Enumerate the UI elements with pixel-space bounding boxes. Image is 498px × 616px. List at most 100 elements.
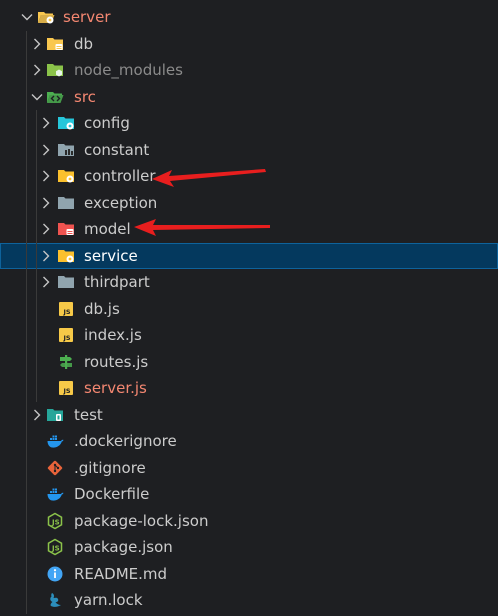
indent-guide	[26, 163, 27, 190]
chevron-right-icon[interactable]	[30, 408, 44, 422]
indent-guide	[36, 348, 37, 375]
file-item-package-json[interactable]: JS package.json	[0, 534, 498, 561]
chevron-right-icon[interactable]	[39, 196, 53, 210]
chevron-down-icon[interactable]	[30, 90, 44, 104]
config-folder-icon	[57, 114, 75, 132]
file-item-index-js[interactable]: JS index.js	[0, 322, 498, 349]
folder-item-db[interactable]: db	[0, 30, 498, 57]
indent-guide	[26, 242, 27, 269]
item-label: model	[84, 220, 131, 238]
item-label: README.md	[74, 564, 168, 583]
git-icon	[46, 459, 64, 477]
yarn-icon	[46, 591, 64, 609]
indent-guide	[26, 454, 27, 481]
controller-folder-icon	[57, 167, 75, 185]
indent-guide	[26, 295, 27, 322]
indent-guide	[36, 269, 37, 296]
indent-guide	[26, 30, 27, 57]
item-label: Dockerfile	[74, 485, 150, 503]
file-item-db-js[interactable]: JS db.js	[0, 295, 498, 322]
svg-text:JS: JS	[63, 387, 71, 395]
item-label: package-lock.json	[74, 511, 209, 530]
chevron-right-icon[interactable]	[39, 116, 53, 130]
file-explorer-tree: server db node_modulessrc config constant con…	[0, 4, 498, 614]
chevron-right-icon[interactable]	[30, 37, 44, 51]
chevron-right-icon[interactable]	[39, 249, 53, 263]
folder-item-service[interactable]: service	[0, 242, 498, 269]
folder-item-node-modules[interactable]: node_modules	[0, 57, 498, 84]
javascript-file-icon: JS	[57, 300, 75, 318]
item-label: constant	[84, 140, 150, 159]
indent-guide	[26, 587, 27, 614]
item-label: index.js	[84, 326, 142, 344]
indent-guide	[36, 189, 37, 216]
svg-text:JS: JS	[51, 545, 60, 553]
folder-item-test[interactable]: test	[0, 401, 498, 428]
file-item-yarn-lock[interactable]: yarn.lock	[0, 587, 498, 614]
file-item-dockerignore[interactable]: .dockerignore	[0, 428, 498, 455]
indent-guide	[26, 428, 27, 455]
indent-guide	[26, 189, 27, 216]
test-folder-icon	[46, 406, 64, 424]
folder-item-exception[interactable]: exception	[0, 189, 498, 216]
item-label: routes.js	[84, 352, 149, 371]
indent-guide	[36, 163, 37, 190]
item-label: service	[84, 246, 138, 265]
info-icon	[46, 565, 64, 583]
indent-guide	[36, 375, 37, 402]
db-folder-icon	[46, 35, 64, 53]
indent-guide	[26, 269, 27, 296]
indent-guide	[26, 401, 27, 428]
file-item-package-lock-json[interactable]: JS package-lock.json	[0, 507, 498, 534]
item-label: thirdpart	[84, 273, 150, 291]
chevron-right-icon[interactable]	[30, 63, 44, 77]
item-label: server	[63, 8, 111, 26]
chevron-right-icon[interactable]	[39, 275, 53, 289]
item-label: config	[84, 114, 130, 132]
chevron-right-icon[interactable]	[39, 222, 53, 236]
folder-item-server[interactable]: server	[0, 4, 498, 31]
indent-guide	[26, 136, 27, 163]
nodejs-icon: JS	[46, 538, 64, 556]
item-label: .dockerignore	[74, 432, 177, 450]
routes-file-icon	[57, 353, 75, 371]
item-label: controller	[84, 167, 156, 185]
file-item-routes-js[interactable]: routes.js	[0, 348, 498, 375]
file-item-readme-md[interactable]: README.md	[0, 560, 498, 587]
chevron-down-icon[interactable]	[20, 10, 34, 24]
folder-item-constant[interactable]: constant	[0, 136, 498, 163]
node-modules-folder-icon	[46, 61, 64, 79]
javascript-file-icon: JS	[57, 379, 75, 397]
chevron-right-icon[interactable]	[39, 169, 53, 183]
nodejs-icon: JS	[46, 512, 64, 530]
indent-guide	[26, 57, 27, 84]
file-item-dockerfile[interactable]: Dockerfile	[0, 481, 498, 508]
indent-guide	[36, 322, 37, 349]
folder-item-config[interactable]: config	[0, 110, 498, 137]
indent-guide	[36, 136, 37, 163]
indent-guide	[26, 216, 27, 243]
chevron-right-icon[interactable]	[39, 143, 53, 157]
svg-text:JS: JS	[63, 334, 71, 342]
item-label: test	[74, 405, 103, 424]
item-label: src	[74, 87, 96, 106]
folder-item-thirdpart[interactable]: thirdpart	[0, 269, 498, 296]
indent-guide	[36, 110, 37, 137]
indent-guide	[36, 242, 37, 269]
service-folder-icon	[57, 247, 75, 265]
indent-guide	[26, 322, 27, 349]
indent-guide	[26, 481, 27, 508]
file-item-gitignore[interactable]: .gitignore	[0, 454, 498, 481]
indent-guide	[26, 534, 27, 561]
indent-guide	[26, 348, 27, 375]
constant-folder-icon	[57, 141, 75, 159]
item-label: exception	[84, 193, 158, 212]
svg-text:JS: JS	[63, 308, 71, 316]
file-item-server-js[interactable]: JS server.js	[0, 375, 498, 402]
indent-guide	[36, 295, 37, 322]
src-folder-icon	[46, 88, 64, 106]
javascript-file-icon: JS	[57, 326, 75, 344]
folder-item-src[interactable]: src	[0, 83, 498, 110]
red-arrow-to-model	[134, 219, 270, 236]
item-label: db.js	[84, 299, 120, 318]
